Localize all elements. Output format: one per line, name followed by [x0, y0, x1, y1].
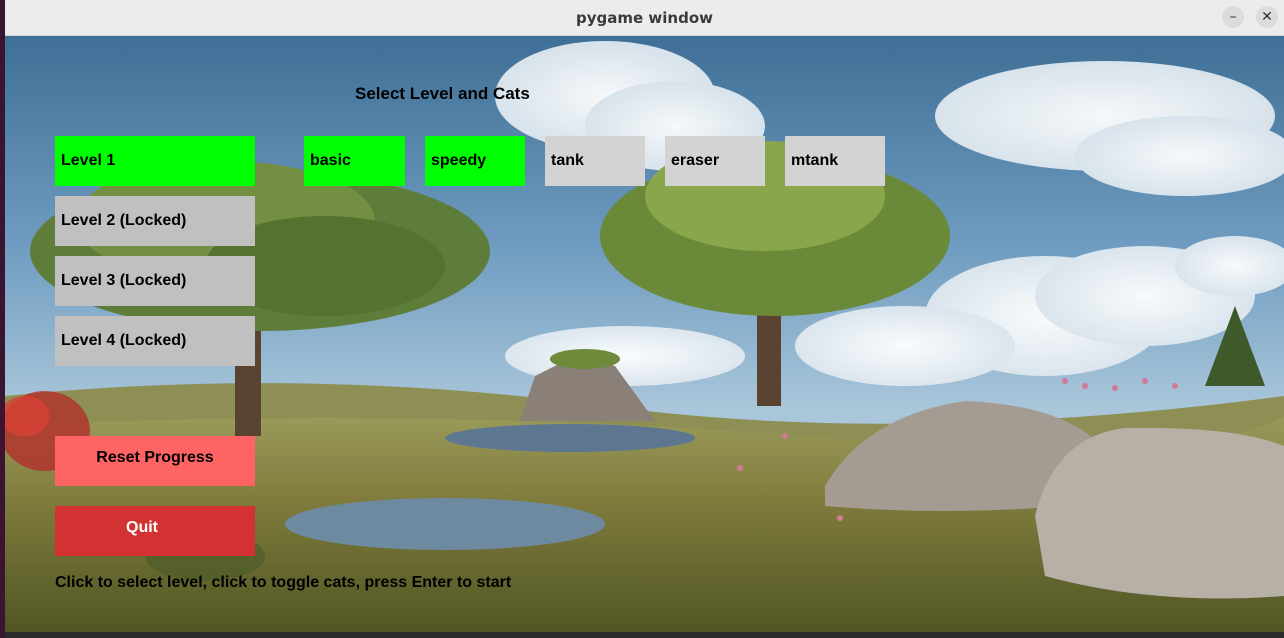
level-button-3[interactable]: Level 3 (Locked) [55, 256, 255, 306]
level-button-2[interactable]: Level 2 (Locked) [55, 196, 255, 246]
menu-heading: Select Level and Cats [355, 84, 530, 103]
game-scene: Select Level and Cats Level 1 Level 2 (L… [5, 36, 1284, 638]
cat-toggle-basic[interactable]: basic [304, 136, 405, 186]
instructions-text: Click to select level, click to toggle c… [55, 574, 512, 591]
level-button-1[interactable]: Level 1 [55, 136, 255, 186]
level-button-4[interactable]: Level 4 (Locked) [55, 316, 255, 366]
reset-progress-button[interactable]: Reset Progress [55, 436, 255, 486]
cat-toggle-eraser[interactable]: eraser [665, 136, 765, 186]
cat-toggle-speedy[interactable]: speedy [425, 136, 525, 186]
cat-toggle-mtank[interactable]: mtank [785, 136, 885, 186]
pygame-window: pygame window – ✕ Select Level and Cats … [5, 0, 1284, 638]
title-bar[interactable]: pygame window – ✕ [5, 0, 1284, 36]
minimize-button[interactable]: – [1222, 6, 1244, 28]
cat-toggle-tank[interactable]: tank [545, 136, 645, 186]
window-title: pygame window [576, 9, 713, 27]
close-button[interactable]: ✕ [1256, 6, 1278, 28]
quit-button[interactable]: Quit [55, 506, 255, 556]
